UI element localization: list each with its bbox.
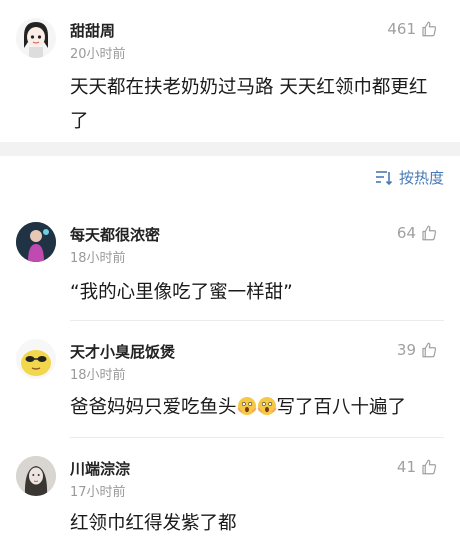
scream-emoji-icon (257, 397, 276, 415)
sort-label: 按热度 (398, 169, 444, 187)
like-button[interactable]: 64 (397, 224, 438, 242)
comment-text: 红领巾红得发紫了都 (70, 513, 237, 534)
comment-text-part: 写了百八十遍了 (276, 397, 407, 418)
thumbs-up-icon (422, 225, 437, 241)
divider (70, 437, 444, 438)
comment-text: “我的心里像吃了蜜一样甜” (70, 282, 293, 303)
section-divider (0, 142, 460, 156)
thumbs-up-icon (422, 459, 437, 475)
thumbs-up-icon (422, 21, 437, 37)
like-count: 64 (396, 224, 416, 242)
divider (70, 320, 444, 321)
like-count: 39 (396, 341, 416, 359)
like-count: 461 (387, 20, 416, 38)
sort-button[interactable]: 按热度 (375, 167, 444, 188)
comment-text-part: 爸爸妈妈只爱吃鱼头 (70, 397, 237, 418)
avatar[interactable] (16, 222, 56, 262)
avatar[interactable] (16, 339, 56, 379)
comment-text: 天天都在扶老奶奶过马路 天天红领巾都更红了 (70, 77, 428, 132)
sort-icon (375, 170, 393, 185)
comment-author[interactable]: 天才小臭屁饭煲 (70, 341, 175, 362)
comment-author[interactable]: 每天都很浓密 (70, 224, 160, 245)
avatar[interactable] (16, 456, 56, 496)
like-button[interactable]: 41 (397, 458, 438, 476)
like-button[interactable]: 461 (387, 20, 438, 38)
comment-author[interactable]: 甜甜周 (70, 20, 115, 41)
comment-text: 爸爸妈妈只爱吃鱼头 写了百八十遍了 (70, 391, 444, 425)
like-count: 41 (396, 458, 416, 476)
comment-time: 17小时前 (70, 485, 126, 500)
comment-author[interactable]: 川端淙淙 (70, 458, 130, 479)
comment-time: 20小时前 (70, 47, 126, 62)
comment-time: 18小时前 (70, 251, 126, 266)
thumbs-up-icon (422, 342, 437, 358)
like-button[interactable]: 39 (397, 341, 438, 359)
scream-emoji-icon (237, 397, 256, 415)
avatar[interactable] (16, 18, 56, 58)
comment-time: 18小时前 (70, 368, 126, 383)
